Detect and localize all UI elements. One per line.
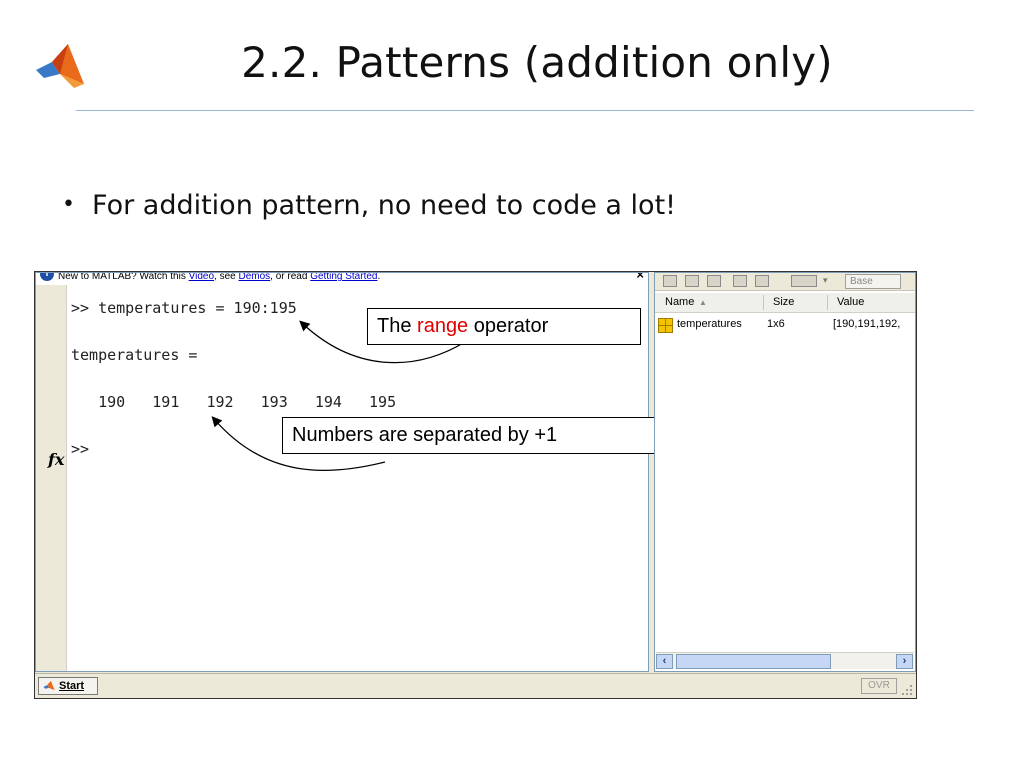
new-variable-icon[interactable]	[663, 275, 677, 287]
stack-base-select[interactable]: Base	[845, 274, 901, 289]
variable-name: temperatures	[677, 318, 742, 330]
bullet-text: For addition pattern, no need to code a …	[92, 190, 676, 221]
bullet-dot-icon: •	[62, 192, 75, 217]
column-header-value[interactable]: Value	[837, 296, 864, 308]
plot-selector-icon[interactable]	[791, 275, 817, 287]
horizontal-scrollbar[interactable]: ‹ ›	[656, 652, 914, 669]
range-operator-callout: The range operator	[367, 308, 641, 345]
status-bar: Start OVR	[35, 673, 916, 698]
save-workspace-icon[interactable]	[733, 275, 747, 287]
sort-ascending-icon: ▲	[699, 298, 707, 307]
start-label: Start	[59, 680, 85, 692]
chevron-down-icon[interactable]: ▾	[823, 275, 828, 286]
table-row[interactable]: temperatures 1x6 [190,191,192,	[655, 315, 915, 333]
resize-grip-icon[interactable]	[901, 684, 913, 696]
scrollbar-thumb[interactable]	[676, 654, 831, 669]
range-keyword: range	[417, 315, 469, 337]
print-icon[interactable]	[755, 275, 769, 287]
separation-callout: Numbers are separated by +1	[282, 417, 658, 454]
start-button[interactable]: Start	[38, 677, 98, 695]
variable-value: [190,191,192,	[833, 318, 901, 330]
variable-size: 1x6	[767, 318, 785, 330]
matlab-screenshot: i New to MATLAB? Watch this Video, see De…	[34, 271, 917, 699]
import-data-icon[interactable]	[707, 275, 721, 287]
bullet-point: • For addition pattern, no need to code a…	[62, 190, 676, 221]
matrix-variable-icon	[658, 318, 673, 333]
title-divider	[76, 110, 974, 111]
scroll-left-icon[interactable]: ‹	[656, 654, 673, 669]
slide-title: 2.2. Patterns (addition only)	[241, 38, 833, 87]
open-variable-icon[interactable]	[685, 275, 699, 287]
workspace-panel: ▾ Base Name ▲ Size Value temperatures 1x…	[654, 272, 916, 672]
matlab-logo-icon	[43, 680, 55, 691]
column-header-name[interactable]: Name	[665, 296, 694, 308]
column-header-size[interactable]: Size	[773, 296, 794, 308]
overwrite-indicator: OVR	[861, 678, 897, 694]
workspace-toolbar: ▾ Base	[655, 273, 915, 291]
workspace-column-headers: Name ▲ Size Value	[655, 293, 915, 313]
scroll-right-icon[interactable]: ›	[896, 654, 913, 669]
